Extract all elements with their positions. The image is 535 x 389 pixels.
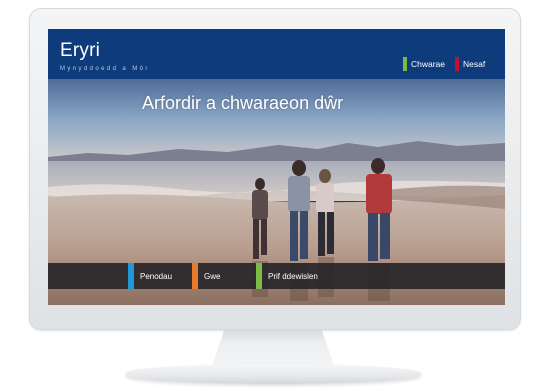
chapters-color-bar	[128, 263, 134, 289]
play-color-bar	[403, 57, 407, 71]
next-color-bar	[455, 57, 459, 71]
play-button[interactable]: Chwarae	[403, 57, 445, 71]
nav-item-main-menu[interactable]: Prif ddewislen	[256, 263, 318, 289]
page-title: Eryri	[60, 40, 101, 61]
nav-item-web[interactable]: Gwe	[192, 263, 220, 289]
monitor-screen: Eryri Mynyddoedd a Môr Chwarae Nesaf Arf…	[48, 29, 505, 305]
web-color-bar	[192, 263, 198, 289]
nav-item-chapters[interactable]: Penodau	[128, 263, 172, 289]
nav-item-main-menu-label: Prif ddewislen	[268, 271, 318, 281]
monitor-base	[126, 364, 421, 384]
page-subtitle: Mynyddoedd a Môr	[60, 66, 150, 72]
nav-item-web-label: Gwe	[204, 271, 221, 281]
app-header: Eryri Mynyddoedd a Môr Chwarae Nesaf	[48, 29, 505, 79]
next-button[interactable]: Nesaf	[455, 57, 485, 71]
next-button-label: Nesaf	[463, 59, 486, 69]
nav-item-chapters-label: Penodau	[140, 271, 173, 281]
play-button-label: Chwarae	[411, 59, 446, 69]
monitor-neck	[212, 330, 334, 366]
bottom-navbar: Penodau Gwe Prif ddewislen	[48, 263, 505, 289]
monitor-scene: Eryri Mynyddoedd a Môr Chwarae Nesaf Arf…	[0, 0, 535, 389]
main-menu-color-bar	[256, 263, 262, 289]
hero-headline: Arfordir a chwaraeon dŵr	[142, 93, 344, 113]
